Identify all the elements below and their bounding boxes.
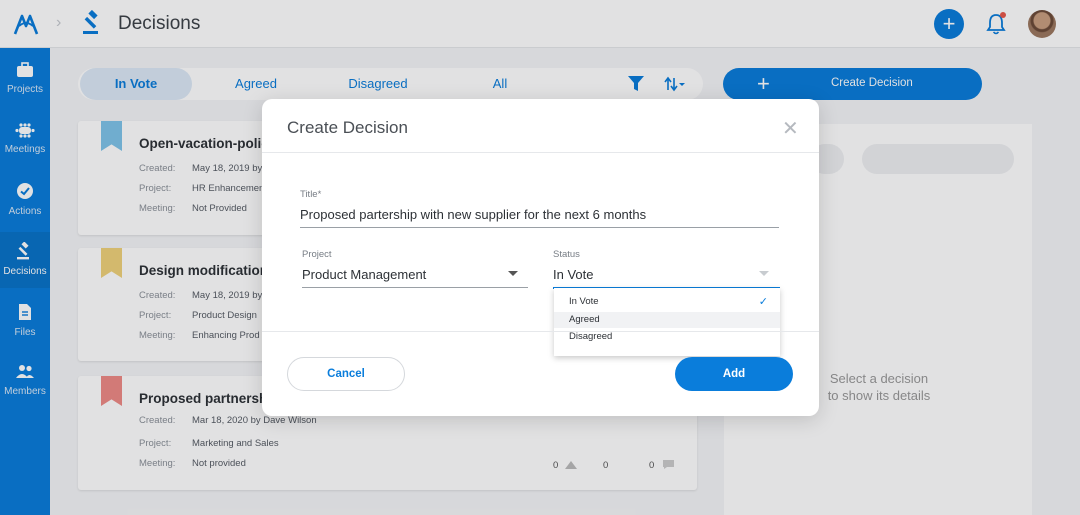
- add-button[interactable]: Add: [675, 357, 793, 391]
- project-select[interactable]: Product Management: [302, 267, 426, 282]
- check-icon: ✓: [758, 296, 768, 308]
- create-decision-modal: Create Decision ✕ Title* Proposed parter…: [262, 99, 819, 416]
- status-option-in-vote[interactable]: In Vote ✓: [554, 294, 780, 310]
- title-field-underline: [300, 227, 779, 228]
- status-field-label: Status: [553, 249, 580, 260]
- modal-title: Create Decision: [287, 118, 408, 137]
- status-option-agreed[interactable]: Agreed: [554, 312, 780, 328]
- chevron-down-icon[interactable]: [508, 271, 518, 276]
- chevron-down-icon[interactable]: [759, 271, 769, 276]
- project-field-label: Project: [302, 249, 332, 260]
- divider: [262, 152, 819, 153]
- status-option-label: In Vote: [569, 296, 599, 307]
- cancel-button[interactable]: Cancel: [287, 357, 405, 391]
- close-icon[interactable]: ✕: [782, 116, 799, 141]
- status-option-label: Disagreed: [569, 331, 613, 342]
- divider: [262, 331, 819, 332]
- title-field-label: Title*: [300, 189, 322, 200]
- status-dropdown: In Vote ✓ Agreed Disagreed: [554, 288, 780, 356]
- status-select[interactable]: In Vote: [553, 267, 593, 282]
- title-field[interactable]: Proposed partership with new supplier fo…: [300, 207, 646, 222]
- status-option-label: Agreed: [569, 314, 600, 325]
- project-field-underline: [302, 287, 528, 288]
